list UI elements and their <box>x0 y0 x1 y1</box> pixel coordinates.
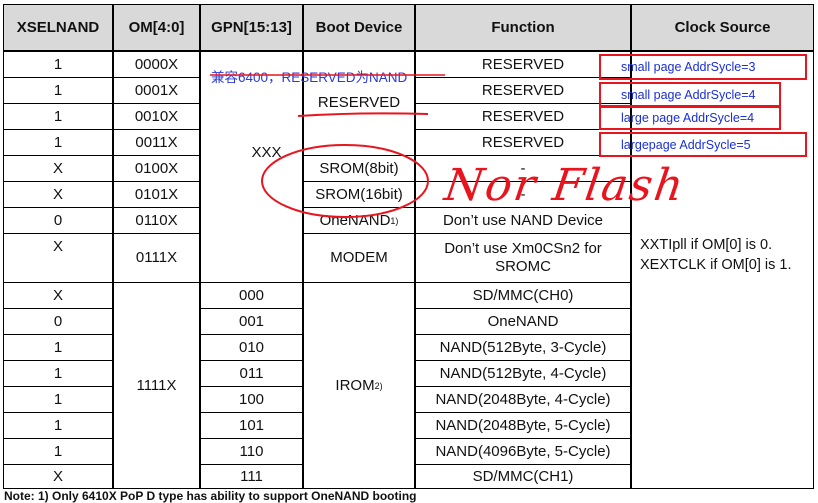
cell-xsel: 1 <box>3 51 113 78</box>
cell-function: Don’t use Xm0CSn2 for SROMC <box>415 233 631 283</box>
cell-function: NAND(512Byte, 4-Cycle) <box>415 360 631 387</box>
cell-xsel: 1 <box>3 129 113 156</box>
cell-xsel: X <box>3 233 113 283</box>
cell-om: 0101X <box>113 181 200 208</box>
header-clock-source: Clock Source <box>631 4 814 51</box>
cell-xsel: 1 <box>3 103 113 130</box>
boot-irom-footnote-mark: 2) <box>374 380 383 391</box>
cell-xsel: X <box>3 181 113 208</box>
cell-xsel: 1 <box>3 77 113 104</box>
boot-onenand-label: OneNAND <box>319 211 391 229</box>
clock-source-text: XXTIpll if OM[0] is 0. XEXTCLK if OM[0] … <box>640 237 792 273</box>
cell-om: 0100X <box>113 155 200 182</box>
header-gpn: GPN[15:13] <box>200 4 303 51</box>
cell-boot-modem: MODEM <box>303 233 415 283</box>
cell-gpn: 111 <box>200 464 303 489</box>
cell-xsel: X <box>3 282 113 309</box>
annotation-box: large page AddrSycle=4 <box>599 106 781 130</box>
header-boot-device: Boot Device <box>303 4 415 51</box>
header-xselnand: XSELNAND <box>3 4 113 51</box>
cell-xsel: 0 <box>3 207 113 234</box>
cell-gpn: 100 <box>200 386 303 413</box>
annotation-box: small page AddrSycle=4 <box>599 82 781 107</box>
boot-irom-label: IROM <box>335 376 375 394</box>
cell-xsel: X <box>3 464 113 489</box>
cell-function: OneNAND <box>415 308 631 335</box>
header-function: Function <box>415 4 631 51</box>
cell-gpn: 000 <box>200 282 303 309</box>
annotation-chinese-note: 兼容6400，RESERVED为NAND <box>211 70 408 85</box>
cell-boot-srom16: SROM(16bit) <box>303 181 415 208</box>
cell-om: 0010X <box>113 103 200 130</box>
boot-onenand-footnote-mark: 1) <box>390 215 399 226</box>
cell-xsel: 1 <box>3 438 113 465</box>
cell-xsel: 1 <box>3 360 113 387</box>
cell-om: 0111X <box>113 233 200 283</box>
cell-boot-onenand: OneNAND 1) <box>303 207 415 234</box>
cell-function: NAND(4096Byte, 5-Cycle) <box>415 438 631 465</box>
cell-boot-srom8: SROM(8bit) <box>303 155 415 182</box>
annotation-box: small page AddrSycle=3 <box>599 54 807 80</box>
cell-om: 0001X <box>113 77 200 104</box>
gpn-merged-value: XXX <box>251 144 282 161</box>
cell-xsel: 1 <box>3 386 113 413</box>
cell-function: Don’t use NAND Device <box>415 207 631 234</box>
cell-gpn: 110 <box>200 438 303 465</box>
cell-function: NAND(2048Byte, 5-Cycle) <box>415 412 631 439</box>
cell-gpn: 101 <box>200 412 303 439</box>
cell-gpn: 011 <box>200 360 303 387</box>
footnote: Note: 1) Only 6410X PoP D type has abili… <box>4 489 417 503</box>
annotation-box: largepage AddrSycle=5 <box>599 132 807 157</box>
cell-xsel: 1 <box>3 412 113 439</box>
header-om: OM[4:0] <box>113 4 200 51</box>
boot-reserved-label: RESERVED <box>317 93 401 111</box>
cell-function: SD/MMC(CH0) <box>415 282 631 309</box>
cell-om: 0011X <box>113 129 200 156</box>
annotation-handwriting: Nor Flash <box>441 160 689 211</box>
cell-xsel: 1 <box>3 334 113 361</box>
cell-function: SD/MMC(CH1) <box>415 464 631 489</box>
cell-function: NAND(512Byte, 3-Cycle) <box>415 334 631 361</box>
cell-om: 0000X <box>113 51 200 78</box>
cell-function: NAND(2048Byte, 4-Cycle) <box>415 386 631 413</box>
cell-boot-irom: IROM 2) <box>303 282 415 489</box>
cell-gpn: 010 <box>200 334 303 361</box>
cell-xsel: X <box>3 155 113 182</box>
cell-xsel: 0 <box>3 308 113 335</box>
cell-om-merged: 1111X <box>113 282 200 489</box>
cell-gpn: 001 <box>200 308 303 335</box>
cell-om: 0110X <box>113 207 200 234</box>
